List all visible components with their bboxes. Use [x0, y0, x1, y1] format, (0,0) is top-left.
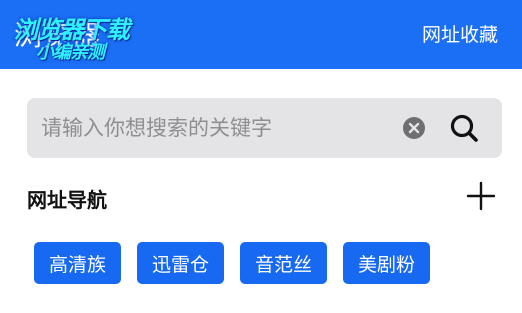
- nav-link-chip[interactable]: 音范丝: [240, 242, 328, 284]
- watermark-logo: 浏览器下载 小编亲测: [14, 8, 144, 63]
- bookmarks-link[interactable]: 网址收藏: [422, 20, 498, 47]
- search-box: [27, 98, 502, 158]
- nav-link-chip[interactable]: 高清族: [34, 242, 122, 284]
- top-bar: 浏览器 浏览器下载 小编亲测 网址收藏: [0, 0, 522, 69]
- section-title-nav: 网址导航: [27, 188, 107, 212]
- search-input[interactable]: [41, 98, 381, 158]
- nav-link-chip[interactable]: 美剧粉: [343, 242, 431, 284]
- nav-link-chip[interactable]: 迅雷仓: [137, 242, 225, 284]
- watermark-logo-line2: 小编亲测: [36, 42, 105, 63]
- clear-icon[interactable]: [403, 117, 425, 139]
- plus-icon[interactable]: [466, 181, 496, 211]
- search-icon[interactable]: [449, 113, 481, 145]
- nav-links: 高清族 迅雷仓 音范丝 美剧粉: [34, 242, 431, 284]
